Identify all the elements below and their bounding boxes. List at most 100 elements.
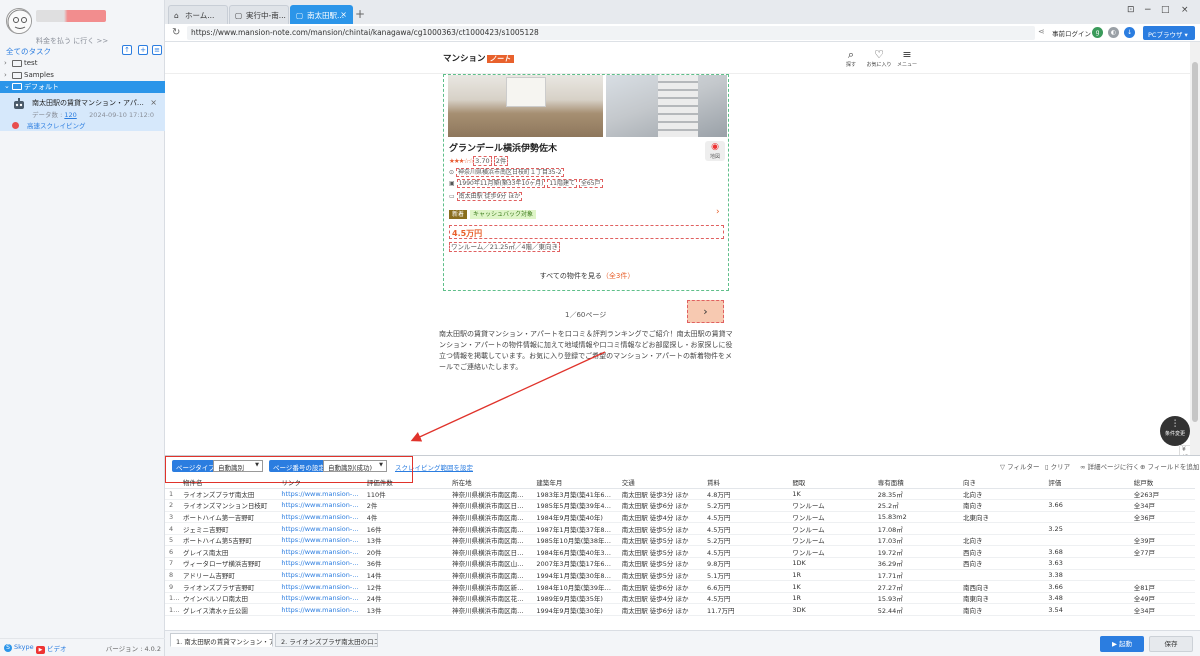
- table-cell[interactable]: 1984年10月築(築39年11ヶ月): [532, 580, 618, 593]
- import-task-icon[interactable]: +: [138, 45, 148, 55]
- share-icon[interactable]: ⋖: [1038, 27, 1045, 36]
- video-link[interactable]: ▶ ビデオ: [36, 643, 67, 654]
- table-cell[interactable]: 52.44㎡: [873, 603, 960, 617]
- nav-favorites[interactable]: ♡ お気に入り: [864, 48, 894, 68]
- table-cell[interactable]: 12件: [362, 580, 449, 593]
- nav-menu[interactable]: ≡ メニュー: [892, 48, 922, 68]
- table-cell[interactable]: 28.35㎡: [873, 488, 960, 501]
- column-header[interactable]: 向き: [959, 477, 1045, 489]
- table-cell[interactable]: 14件: [362, 569, 449, 582]
- table-cell[interactable]: 神奈川県横浜市南区南吉田町...: [448, 569, 533, 582]
- column-header[interactable]: 賃料: [703, 477, 789, 489]
- table-cell[interactable]: 神奈川県横浜市南区南太田一...: [448, 603, 533, 617]
- table-cell[interactable]: 3.66: [1044, 499, 1130, 512]
- table-cell[interactable]: ワンルーム: [788, 534, 874, 547]
- table-cell[interactable]: 南太田駅 徒歩3分 ほか: [617, 488, 704, 501]
- table-cell[interactable]: グレイス清水ヶ丘公園: [179, 603, 278, 617]
- table-cell[interactable]: 1994年9月築(築30年): [532, 603, 618, 617]
- table-cell[interactable]: 4.5万円: [703, 545, 789, 559]
- table-cell[interactable]: [1044, 488, 1130, 501]
- chevron-right-icon[interactable]: ›: [716, 207, 720, 217]
- column-header[interactable]: 評価件数: [362, 477, 449, 489]
- collapse-button[interactable]: ¥ 折る: [1179, 445, 1190, 455]
- table-cell[interactable]: 4件: [362, 511, 449, 524]
- maximize-icon[interactable]: □: [1161, 5, 1170, 15]
- change-conditions-button[interactable]: ⫶ 条件変更: [1160, 416, 1190, 446]
- next-page-button[interactable]: ›: [687, 300, 724, 323]
- table-cell[interactable]: 36件: [362, 557, 449, 570]
- table-cell[interactable]: 2件: [362, 499, 449, 512]
- table-cell[interactable]: 4.8万円: [703, 488, 789, 501]
- column-header[interactable]: 総戸数: [1129, 477, 1195, 489]
- nav-search[interactable]: ⌕ 探す: [836, 48, 866, 68]
- task-count[interactable]: 120: [64, 111, 76, 119]
- table-cell[interactable]: 3.54: [1044, 603, 1130, 617]
- table-cell[interactable]: https://www.mansion-note.com...: [277, 545, 363, 559]
- page-scrollbar[interactable]: [1190, 42, 1200, 455]
- task-item[interactable]: 南太田駅の賃貸マンション・アパート | 評... × データ数 : 120 20…: [0, 93, 165, 131]
- avatar[interactable]: [6, 8, 32, 34]
- tab-current-page[interactable]: ▢ 南太田駅... ×: [290, 5, 353, 24]
- table-cell[interactable]: 3.38: [1044, 569, 1130, 582]
- table-cell[interactable]: https://www.mansion-note.com...: [277, 557, 363, 570]
- table-cell[interactable]: 13件: [362, 534, 449, 547]
- table-cell[interactable]: https://www.mansion-note.com...: [277, 592, 363, 605]
- window-menu-icon[interactable]: ⊡: [1127, 5, 1135, 15]
- table-cell[interactable]: 南向き: [959, 499, 1045, 512]
- table-cell[interactable]: 25.2㎡: [873, 499, 960, 512]
- start-button[interactable]: ▶ 起動: [1100, 636, 1144, 652]
- table-cell[interactable]: 神奈川県横浜市南区南吉田町...: [448, 534, 533, 547]
- table-cell[interactable]: 1K: [788, 580, 874, 593]
- table-cell[interactable]: 神奈川県横浜市南区花之木町...: [448, 592, 533, 605]
- table-cell[interactable]: https://www.mansion-note.com...: [277, 534, 363, 547]
- table-cell[interactable]: アドリーム吉野町: [179, 569, 278, 582]
- task-settings-icon[interactable]: ≡: [152, 45, 162, 55]
- table-cell[interactable]: [1129, 522, 1195, 535]
- column-header[interactable]: 物件名: [179, 477, 278, 489]
- table-cell[interactable]: 南西向き: [959, 580, 1045, 593]
- filter-button[interactable]: ▽ フィルター: [1000, 461, 1039, 471]
- url-field[interactable]: https://www.mansion-note.com/mansion/chi…: [187, 26, 1035, 40]
- table-cell[interactable]: 神奈川県横浜市南区新川町５...: [448, 580, 533, 593]
- table-cell[interactable]: 17.08㎡: [873, 522, 960, 535]
- table-cell[interactable]: [959, 522, 1045, 535]
- table-cell[interactable]: ワンルーム: [788, 499, 874, 512]
- table-cell[interactable]: [1044, 511, 1130, 524]
- table-cell[interactable]: 3.25: [1044, 522, 1130, 535]
- table-cell[interactable]: 南太田駅 徒歩4分 ほか: [617, 592, 704, 605]
- table-cell[interactable]: https://www.mansion-note.com...: [277, 603, 363, 617]
- table-cell[interactable]: 3.63: [1044, 557, 1130, 570]
- save-button[interactable]: 保存: [1149, 636, 1193, 652]
- room-photo[interactable]: [448, 75, 603, 137]
- table-cell[interactable]: 5.1万円: [703, 569, 789, 582]
- extension-blue-icon[interactable]: ↓: [1124, 27, 1135, 38]
- table-cell[interactable]: 全39戸: [1129, 534, 1195, 547]
- column-header[interactable]: 専有面積: [873, 477, 960, 489]
- clear-button[interactable]: ▯ クリア: [1045, 461, 1070, 471]
- map-button[interactable]: ◉ 地図: [705, 141, 725, 161]
- table-cell[interactable]: 全49戸: [1129, 592, 1195, 605]
- table-cell[interactable]: 3.68: [1044, 545, 1130, 559]
- table-row[interactable]: 8アドリーム吉野町https://www.mansion-note.com...…: [165, 569, 1195, 582]
- table-cell[interactable]: 19.72㎡: [873, 545, 960, 559]
- extension-green-icon[interactable]: g: [1092, 27, 1103, 38]
- pre-login-button[interactable]: 事前ログイン: [1052, 28, 1091, 38]
- table-cell[interactable]: ワンルーム: [788, 545, 874, 559]
- tab-home[interactable]: ⌂ ホーム...: [168, 5, 228, 24]
- table-cell[interactable]: 全34戸: [1129, 499, 1195, 512]
- table-cell[interactable]: 1984年9月築(築40年): [532, 511, 618, 524]
- result-tab-2[interactable]: 2. ライオンズプラザ南太田の口コ...: [275, 633, 378, 647]
- table-cell[interactable]: 北向き: [959, 488, 1045, 501]
- table-cell[interactable]: ボートハイム第5吉野町: [179, 534, 278, 547]
- table-cell[interactable]: [1044, 534, 1130, 547]
- table-cell[interactable]: 南太田駅 徒歩5分 ほか: [617, 534, 704, 547]
- pc-browser-dropdown[interactable]: PCブラウザ ▾: [1143, 26, 1195, 40]
- column-header[interactable]: リンク: [277, 477, 363, 489]
- table-cell[interactable]: [959, 569, 1045, 582]
- new-task-icon[interactable]: ↑: [122, 45, 132, 55]
- table-cell[interactable]: 南東向き: [959, 592, 1045, 605]
- close-tab-icon[interactable]: ×: [340, 10, 347, 19]
- table-row[interactable]: 3ボートハイム第一吉野町https://www.mansion-note.com…: [165, 511, 1195, 524]
- table-cell[interactable]: 全77戸: [1129, 545, 1195, 559]
- table-cell[interactable]: https://www.mansion-note.com...: [277, 522, 363, 535]
